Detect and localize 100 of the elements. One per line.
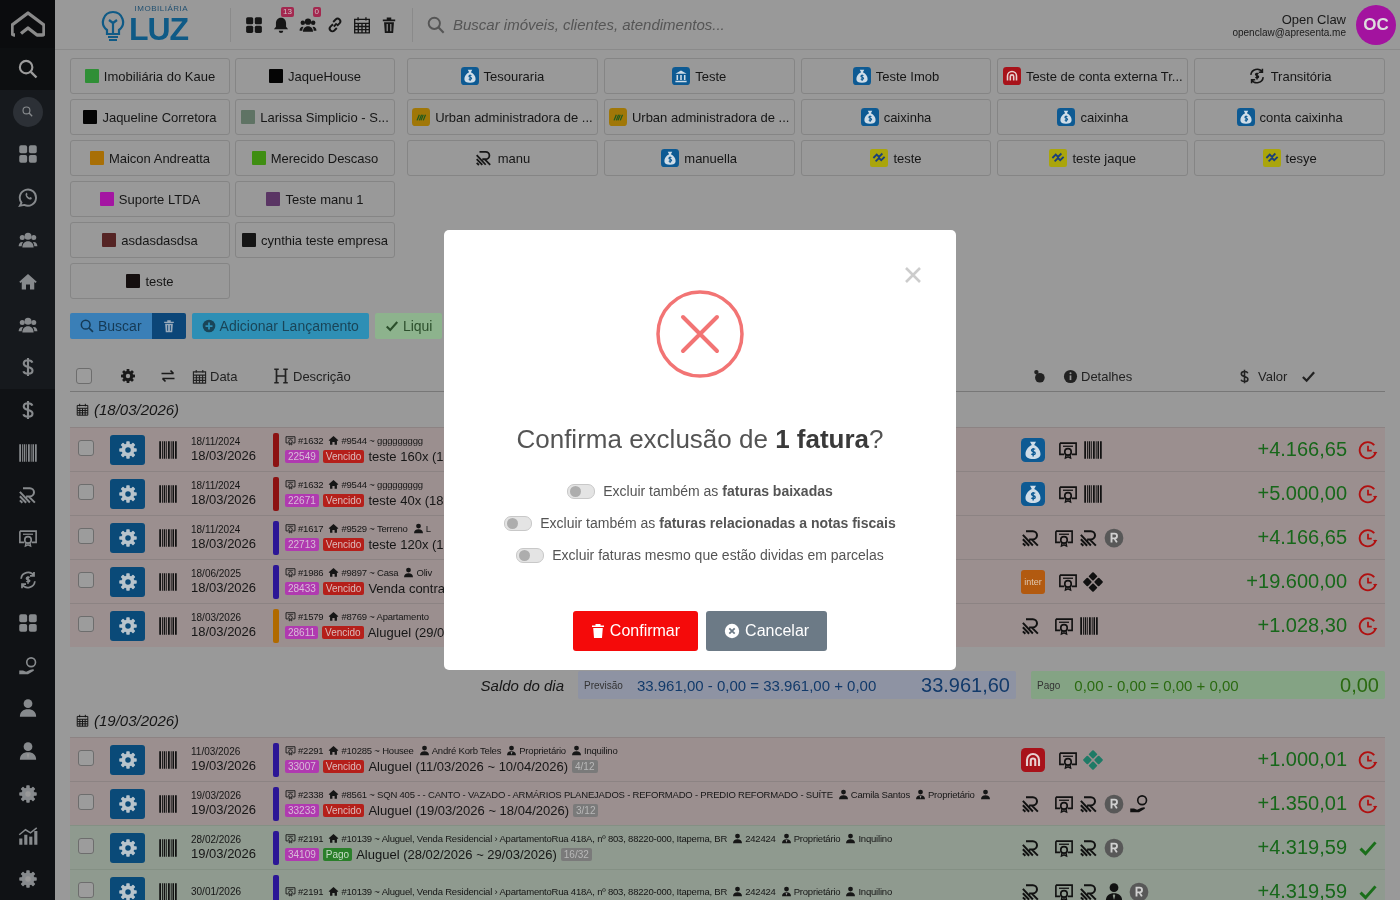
- amount: +4.319,59: [1256, 880, 1347, 900]
- role-label: Proprietário: [519, 745, 566, 756]
- status-badge: Vencido: [322, 804, 365, 817]
- role-label: Proprietário: [928, 789, 975, 800]
- description: Aluguel (19/03/2026 ~ 18/04/2026): [368, 803, 569, 818]
- created-date: 18/03/2026: [191, 611, 243, 624]
- property-title: #8561 ~ SQN 405 - - CANTO - VAZADO - ARMÁRIOS PLANEJADOS - REFORMADO - PREDIO REFORMADO - SUÍTE: [341, 789, 833, 800]
- dialog-title: Confirma exclusão de 1 fatura?: [516, 424, 884, 455]
- user-name: Open Claw: [1281, 11, 1346, 27]
- invoice-number: 34109: [285, 848, 319, 861]
- notification-badge: 13: [281, 6, 294, 17]
- amount: +5.000,00: [1256, 482, 1347, 505]
- installment-badge: 16/32: [560, 848, 592, 861]
- paid-formula: 0,00 - 0,00 = 0,00 + 0,00: [1074, 676, 1239, 694]
- status-badge: Vencido: [322, 626, 364, 639]
- description: Aluguel (11/03/2026 ~ 10/04/2026): [368, 759, 569, 774]
- contract-number: #2191: [298, 886, 324, 897]
- contract-number: #2291: [298, 745, 324, 756]
- invoice-number: 22671: [285, 494, 319, 507]
- due-date: 18/03/2026: [191, 623, 258, 640]
- due-date: 19/03/2026: [191, 757, 258, 774]
- option-label: Excluir também as faturas baixadas: [603, 483, 833, 499]
- created-date: 18/11/2024: [191, 435, 242, 448]
- property-title: #10285 ~ Housee: [341, 745, 414, 756]
- person-name: Inquilino: [583, 745, 618, 756]
- property-title: #9544 ~ ggggggggg: [341, 479, 423, 490]
- invoice-number: 33233: [285, 804, 319, 817]
- created-date: 18/11/2024: [191, 523, 242, 536]
- person-name: Camila Santos: [850, 789, 910, 800]
- contract-number: #2191: [298, 833, 324, 844]
- amount: +1.028,30: [1256, 614, 1347, 637]
- created-date: 30/01/2026: [191, 885, 243, 898]
- description: teste 40x (18: [368, 493, 444, 508]
- forecast-formula: 33.961,00 - 0,00 = 33.961,00 + 0,00: [636, 676, 877, 694]
- description: Aluguel (29/0: [367, 625, 445, 640]
- status-badge: Vencido: [322, 450, 365, 463]
- contract-number: #1632: [298, 479, 324, 490]
- created-date: 18/06/2025: [191, 567, 243, 580]
- paid-total: 0,00: [1340, 673, 1379, 697]
- contract-number: #1579: [298, 611, 324, 622]
- status-badge: Vencido: [322, 582, 365, 595]
- paid-label: Pago: [1037, 679, 1061, 691]
- person-name: Inquilino: [858, 833, 892, 844]
- invoice-number: 28433: [285, 582, 319, 595]
- brand-name: LUZ: [128, 12, 189, 45]
- created-date: 19/03/2026: [191, 789, 243, 802]
- notification-badge: 0: [312, 6, 321, 17]
- property-title: #9544 ~ ggggggggg: [341, 435, 423, 446]
- description: Aluguel (28/02/2026 ~ 29/03/2026): [356, 847, 557, 862]
- contract-number: #2338: [298, 789, 324, 800]
- person-name: 242424: [745, 833, 776, 844]
- due-date: 18/03/2026: [191, 447, 258, 464]
- invoice-number: 28611: [285, 626, 319, 639]
- person-name: Oliv: [416, 567, 432, 578]
- invoice-number: 33007: [285, 760, 319, 773]
- option-label: Excluir também as faturas relacionadas a notas fiscais: [540, 515, 896, 531]
- status-badge: Vencido: [322, 538, 365, 551]
- due-date: 18/03/2026: [191, 491, 258, 508]
- property-title: #10139 ~ Aluguel, Venda Residencial › ApartamentoRua 418A, nº 803, 88220-000, Itapema, BR: [341, 833, 728, 844]
- role-label: Proprietário: [793, 833, 841, 844]
- person-name: Inquilino: [858, 886, 892, 897]
- amount: +1.000,01: [1256, 748, 1347, 771]
- amount: +19.600,00: [1245, 570, 1347, 593]
- forecast-label: Previsão: [584, 679, 623, 691]
- installment-badge: 4/12: [572, 760, 598, 773]
- amount: +4.166,65: [1256, 526, 1347, 549]
- contract-number: #1617: [298, 523, 324, 534]
- contract-number: #1986: [298, 567, 324, 578]
- amount: +4.166,65: [1256, 438, 1347, 461]
- status-badge: Pago: [322, 848, 353, 861]
- due-date: 18/03/2026: [191, 579, 258, 596]
- property-title: #9529 ~ Terreno: [341, 523, 408, 534]
- bank-logo: inter: [1021, 569, 1045, 594]
- invoice-number: 22713: [285, 538, 319, 551]
- group-date: (18/03/2026): [94, 401, 180, 418]
- created-date: 28/02/2026: [191, 833, 243, 846]
- description: Venda contra: [368, 581, 446, 596]
- person-name: 242424: [745, 886, 776, 897]
- group-date: (19/03/2026): [94, 712, 180, 729]
- created-date: 11/03/2026: [191, 745, 242, 758]
- status-badge: Vencido: [322, 494, 365, 507]
- forecast-total: 33.961,60: [921, 673, 1010, 697]
- role-label: Proprietário: [793, 886, 841, 897]
- user-email: openclaw@apresenta.me: [1232, 26, 1346, 38]
- brand-tagline: IMOBILIÁRIA: [134, 4, 189, 13]
- amount: +1.350,01: [1256, 792, 1347, 815]
- installment-badge: 3/12: [573, 804, 599, 817]
- created-date: 18/11/2024: [191, 479, 242, 492]
- description: teste 120x (1: [368, 537, 444, 552]
- contract-number: #1632: [298, 435, 324, 446]
- option-label: Excluir faturas mesmo que estão dividas em parcelas: [552, 547, 884, 563]
- property-title: #10139 ~ Aluguel, Venda Residencial › ApartamentoRua 418A, nº 803, 88220-000, Itapema, BR: [341, 886, 728, 897]
- property-title: #8769 ~ Apartamento: [341, 611, 429, 622]
- invoice-number: 22549: [285, 450, 319, 463]
- amount: +4.319,59: [1256, 836, 1347, 859]
- property-title: #9897 ~ Casa: [341, 567, 399, 578]
- person-name: L: [425, 523, 431, 534]
- due-date: 19/03/2026: [191, 845, 258, 862]
- due-date: 19/03/2026: [191, 801, 258, 818]
- due-date: 18/03/2026: [191, 535, 258, 552]
